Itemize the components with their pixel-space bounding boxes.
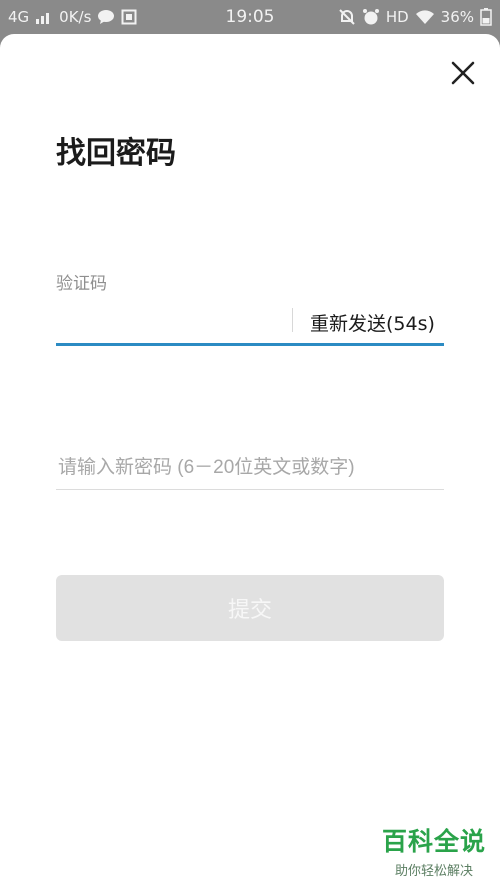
reset-password-dialog: 找回密码 验证码 重新发送(54s) 提交 百科全说 助你轻松解决 — [0, 34, 500, 889]
password-input-underline — [56, 489, 444, 490]
input-divider — [292, 308, 293, 332]
battery-percent: 36% — [440, 8, 474, 26]
close-icon[interactable] — [450, 60, 476, 86]
status-bar: 4G 0K/s 19:05 HD 36% — [0, 0, 500, 34]
watermark-title: 百科全说 — [381, 827, 486, 856]
resend-code-button[interactable]: 重新发送(54s) — [310, 309, 435, 336]
code-input-underline — [56, 343, 444, 346]
notifications-off-icon — [339, 9, 355, 25]
verification-code-label: 验证码 — [56, 274, 107, 294]
watermark-subtitle: 助你轻松解决 — [394, 864, 473, 879]
new-password-input[interactable] — [56, 447, 448, 489]
wifi-icon — [415, 10, 434, 24]
hd-indicator: HD — [385, 8, 409, 26]
alarm-icon — [362, 9, 379, 25]
battery-icon — [480, 8, 492, 26]
status-right: HD 36% — [338, 8, 492, 26]
watermark-logo: 百科全说 助你轻松解决 — [382, 822, 486, 879]
page-title: 找回密码 — [56, 136, 176, 171]
submit-button[interactable]: 提交 — [56, 575, 444, 641]
verification-code-input[interactable] — [56, 302, 288, 344]
